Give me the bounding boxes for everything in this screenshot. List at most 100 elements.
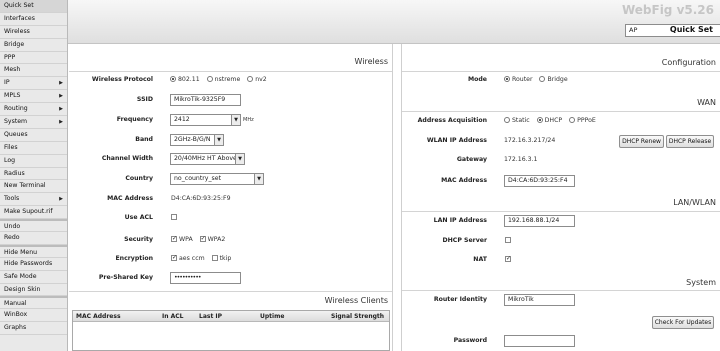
channel-width-select[interactable]: 20/40MHz HT Above ▼ [170, 153, 245, 165]
acquisition-option-dhcp[interactable]: DHCP [536, 117, 562, 124]
frequency-value: 2412 [174, 116, 190, 123]
radio-icon [504, 76, 510, 82]
wlan-ip-value: 172.16.3.217/24 [504, 137, 556, 144]
sidebar-item-safe-mode[interactable]: Safe Mode [0, 271, 67, 284]
psk-input[interactable]: •••••••••• [170, 272, 241, 284]
sidebar-item-graphs[interactable]: Graphs [0, 322, 67, 336]
dhcp-server-row: DHCP Server [402, 233, 720, 249]
protocol-option-nv2[interactable]: nv2 [247, 76, 267, 83]
sidebar-item-mpls[interactable]: MPLS ▶ [0, 90, 67, 104]
use-acl-row: Use ACL [69, 210, 392, 226]
column-header-mac[interactable]: MAC Address [76, 311, 121, 322]
protocol-option-80211[interactable]: 802.11 [170, 76, 200, 83]
wireless-mac-value: D4:CA:6D:93:25:F9 [171, 195, 231, 202]
frequency-select[interactable]: 2412 ▼ [170, 114, 241, 126]
chevron-down-icon: ▼ [231, 115, 240, 125]
wireless-section-title: Wireless [354, 57, 388, 66]
sidebar-item-label: Redo [4, 234, 20, 242]
checkbox-icon [505, 255, 511, 263]
chevron-down-icon: ▼ [235, 154, 244, 164]
sidebar-item-label: IP [4, 79, 10, 87]
nat-row: NAT [402, 252, 720, 268]
acquisition-option-static[interactable]: Static [504, 117, 530, 124]
sidebar-item-label: Safe Mode [4, 272, 37, 280]
sidebar-item-label: Routing [4, 105, 28, 113]
wan-mac-label: MAC Address [441, 177, 487, 184]
column-header-signal[interactable]: Signal Strength [331, 311, 384, 322]
nat-checkbox[interactable] [505, 252, 513, 268]
sidebar-item-label: Design Skin [4, 285, 41, 293]
check-for-updates-button[interactable]: Check For Updates [652, 316, 714, 329]
sidebar-item-tools[interactable]: Tools ▶ [0, 193, 67, 207]
router-identity-input[interactable]: MikroTik [504, 294, 575, 306]
country-select[interactable]: no_country_set ▼ [170, 173, 264, 185]
sidebar-item-label: Log [4, 156, 16, 164]
use-acl-checkbox[interactable] [171, 210, 179, 226]
sidebar-item-label: Queues [4, 130, 28, 138]
sidebar-item-manual[interactable]: Manual [0, 296, 67, 310]
column-header-uptime[interactable]: Uptime [260, 311, 284, 322]
wireless-protocol-options: 802.11 nstreme nv2 [170, 72, 272, 88]
sidebar-item-system[interactable]: System ▶ [0, 116, 67, 129]
sidebar-item-quick-set[interactable]: Quick Set [0, 0, 67, 13]
mode-option-router[interactable]: Router [504, 76, 533, 83]
dhcp-renew-button[interactable]: DHCP Renew [619, 135, 664, 148]
lan-ip-input[interactable]: 192.168.88.1/24 [504, 215, 575, 227]
dhcp-server-checkbox[interactable] [505, 233, 513, 249]
sidebar-item-bridge[interactable]: Bridge [0, 39, 67, 52]
password-input[interactable] [504, 335, 575, 347]
sidebar-item-mesh[interactable]: Mesh [0, 64, 67, 78]
security-wpa2-checkbox[interactable]: WPA2 [199, 235, 225, 243]
ssid-row: SSID MikroTik-9325F9 [69, 92, 392, 108]
chevron-right-icon: ▶ [59, 93, 63, 100]
radio-icon [170, 76, 176, 82]
sidebar-item-hide-passwords[interactable]: Hide Passwords [0, 258, 67, 271]
sidebar-item-label: Graphs [4, 324, 27, 332]
country-row: Country no_country_set ▼ [69, 171, 392, 187]
wireless-panel: Wireless Wireless Protocol 802.11 nstrem… [69, 44, 393, 351]
band-select[interactable]: 2GHz-B/G/N ▼ [170, 134, 224, 146]
dhcp-release-button[interactable]: DHCP Release [666, 135, 714, 148]
wan-section-title: WAN [697, 98, 716, 107]
ssid-input[interactable]: MikroTik-9325F9 [170, 94, 241, 106]
sidebar-item-label: Make Supout.rif [4, 208, 53, 216]
country-value: no_country_set [174, 175, 222, 182]
psk-row: Pre-Shared Key •••••••••• [69, 270, 392, 286]
wan-mac-input[interactable]: D4:CA:6D:93:25:F4 [504, 175, 575, 187]
acquisition-option-pppoe[interactable]: PPPoE [569, 117, 596, 124]
chevron-right-icon: ▶ [59, 80, 63, 87]
sidebar-item-redo[interactable]: Redo [0, 232, 67, 245]
sidebar-item-queues[interactable]: Queues [0, 129, 67, 142]
sidebar-item-design-skin[interactable]: Design Skin [0, 284, 67, 297]
sidebar-item-log[interactable]: Log [0, 155, 67, 168]
gateway-row: Gateway 172.16.3.1 [402, 152, 720, 168]
sidebar-item-ppp[interactable]: PPP [0, 52, 67, 65]
frequency-unit: MHz [243, 117, 254, 123]
sidebar-item-ip[interactable]: IP ▶ [0, 77, 67, 91]
configuration-section-title: Configuration [661, 58, 716, 67]
divider [402, 290, 720, 291]
encryption-tkip-checkbox[interactable]: tkip [211, 255, 231, 262]
wireless-mac-row: MAC Address D4:CA:6D:93:25:F9 [69, 191, 392, 207]
sidebar-item-new-terminal[interactable]: New Terminal [0, 180, 67, 194]
security-wpa-checkbox[interactable]: WPA [171, 235, 193, 243]
sidebar-item-hide-menu[interactable]: Hide Menu [0, 244, 67, 258]
sidebar-item-make-supout-rif[interactable]: Make Supout.rif [0, 206, 67, 220]
sidebar-item-interfaces[interactable]: Interfaces [0, 13, 67, 26]
sidebar-item-winbox[interactable]: WinBox [0, 309, 67, 323]
protocol-option-nstreme[interactable]: nstreme [206, 76, 240, 83]
column-header-in-acl[interactable]: In ACL [162, 311, 183, 322]
sidebar-item-routing[interactable]: Routing ▶ [0, 103, 67, 117]
ssid-label: SSID [136, 96, 153, 103]
column-header-last-ip[interactable]: Last IP [199, 311, 222, 322]
sidebar-item-radius[interactable]: Radius [0, 168, 67, 181]
sidebar-item-wireless[interactable]: Wireless [0, 26, 67, 39]
encryption-aesccm-checkbox[interactable]: aes ccm [171, 254, 205, 262]
radio-icon [569, 117, 576, 123]
sidebar-item-undo[interactable]: Undo [0, 219, 67, 233]
password-row: Password [402, 333, 720, 349]
encryption-row: Encryption aes ccm tkip [69, 251, 392, 267]
mode-option-bridge[interactable]: Bridge [539, 76, 568, 83]
brand-title: WebFig v5.26 [621, 3, 714, 17]
sidebar-item-files[interactable]: Files [0, 142, 67, 155]
